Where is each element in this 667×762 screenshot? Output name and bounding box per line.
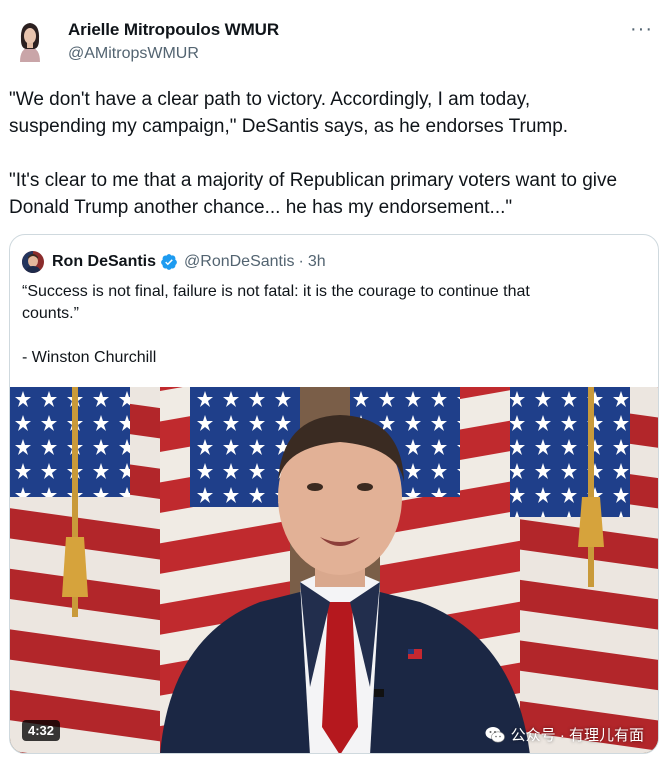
- watermark-text: 公众号 · 有理儿有面: [510, 727, 644, 744]
- quoted-tweet-text: “Success is not final, failure is not fa…: [22, 281, 642, 369]
- tweet-paragraph: "We don't have a clear path to victory. …: [9, 89, 569, 137]
- quoted-tweet-header: Ron DeSantis @RonDeSantis · 3h: [22, 249, 326, 275]
- quoted-tweet-time[interactable]: 3h: [308, 253, 326, 271]
- tweet-paragraph: "It's clear to me that a majority of Rep…: [9, 170, 618, 218]
- video-frame: [10, 387, 658, 753]
- quoted-author-avatar[interactable]: [22, 251, 44, 273]
- author-names: Arielle Mitropoulos WMUR @AMitropsWMUR: [68, 20, 279, 63]
- separator-dot: ·: [298, 253, 304, 270]
- tweet-card: Arielle Mitropoulos WMUR @AMitropsWMUR ·…: [0, 0, 667, 762]
- author-display-name[interactable]: Arielle Mitropoulos WMUR: [68, 20, 279, 40]
- video-player[interactable]: 4:32 公众号 · 有理儿有面: [10, 387, 658, 753]
- wechat-icon: [485, 726, 505, 744]
- verified-badge-icon: [160, 253, 178, 271]
- tweet-text: "We don't have a clear path to victory. …: [9, 86, 659, 221]
- quoted-paragraph: - Winston Churchill: [22, 349, 157, 366]
- quoted-author-handle[interactable]: @RonDeSantis: [184, 253, 295, 271]
- quoted-paragraph: “Success is not final, failure is not fa…: [22, 283, 530, 322]
- video-duration-badge: 4:32: [22, 720, 61, 741]
- author-handle[interactable]: @AMitropsWMUR: [68, 45, 279, 63]
- quoted-author-name[interactable]: Ron DeSantis: [52, 253, 156, 271]
- tweet-header: Arielle Mitropoulos WMUR @AMitropsWMUR ·…: [12, 16, 655, 68]
- author-avatar[interactable]: [12, 18, 48, 62]
- more-horizontal-icon[interactable]: ···: [630, 19, 653, 39]
- quoted-tweet[interactable]: Ron DeSantis @RonDeSantis · 3h “Success …: [9, 234, 659, 754]
- watermark: 公众号 · 有理儿有面: [485, 724, 644, 745]
